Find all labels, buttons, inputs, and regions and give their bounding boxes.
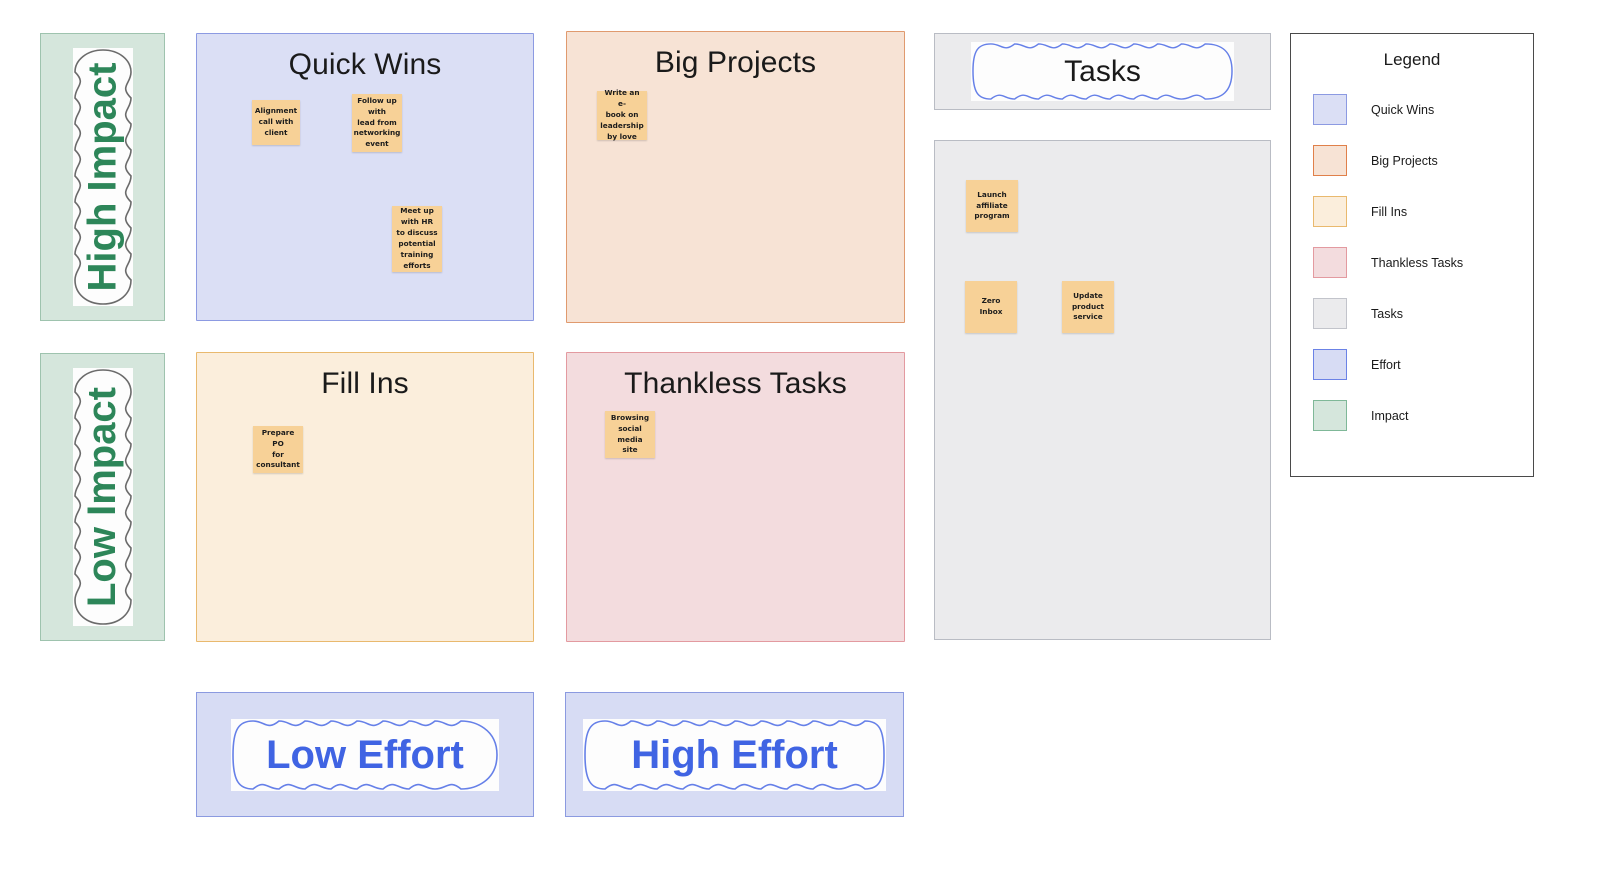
legend-list: Quick Wins Big Projects Fill Ins Thankless … (1291, 84, 1533, 441)
axis-label-high-impact[interactable]: High Impact (40, 33, 165, 321)
legend-item-label: Tasks (1371, 306, 1403, 321)
tasks-title-cloud: Tasks (971, 42, 1234, 101)
tasks-title: Tasks (1064, 54, 1141, 88)
sticky-note[interactable]: Zero Inbox (965, 281, 1017, 333)
low-effort-label: Low Effort (266, 732, 464, 777)
sticky-note[interactable]: Alignment call with client (252, 100, 300, 145)
legend-swatch (1313, 145, 1347, 176)
legend-item-quick-wins[interactable]: Quick Wins (1313, 84, 1533, 135)
legend-swatch (1313, 94, 1347, 125)
low-impact-label: Low Impact (80, 386, 125, 608)
quadrant-title-fill-ins: Fill Ins (321, 367, 409, 400)
tasks-body[interactable]: Launch affiliate program Zero Inbox Upda… (934, 140, 1271, 640)
sticky-note[interactable]: Launch affiliate program (966, 180, 1018, 232)
legend-item-big-projects[interactable]: Big Projects (1313, 135, 1533, 186)
high-impact-label: High Impact (80, 62, 125, 292)
sticky-note[interactable]: Update product service (1062, 281, 1114, 333)
high-impact-cloud: High Impact (72, 48, 133, 306)
legend-item-label: Thankless Tasks (1371, 255, 1464, 270)
legend-item-effort[interactable]: Effort (1313, 339, 1533, 390)
legend-item-label: Quick Wins (1371, 102, 1435, 117)
quadrant-quick-wins[interactable]: Quick Wins Alignment call with client Fo… (196, 33, 534, 321)
sticky-note[interactable]: Follow up with lead from networking even… (352, 94, 402, 152)
legend-item-tasks[interactable]: Tasks (1313, 288, 1533, 339)
legend-swatch (1313, 247, 1347, 278)
quadrant-big-projects[interactable]: Big Projects Write an e- book on leaders… (566, 31, 905, 323)
sticky-note[interactable]: Prepare PO for consultant (253, 426, 303, 473)
legend-swatch (1313, 196, 1347, 227)
quadrant-title-big-projects: Big Projects (654, 46, 817, 79)
sticky-note[interactable]: Write an e- book on leadership by love (597, 88, 647, 141)
legend-item-thankless-tasks[interactable]: Thankless Tasks (1313, 237, 1533, 288)
axis-label-low-effort[interactable]: Low Effort (196, 692, 534, 817)
quadrant-title-quick-wins: Quick Wins (288, 48, 442, 81)
low-effort-cloud: Low Effort (231, 718, 499, 791)
impact-effort-board: High Impact Low Impact Quick Wins Alignm… (0, 0, 1600, 883)
legend-swatch (1313, 298, 1347, 329)
quadrant-thankless-tasks[interactable]: Thankless Tasks Browsing social media si… (566, 352, 905, 642)
legend-title: Legend (1383, 50, 1441, 69)
quadrant-title-thankless-tasks: Thankless Tasks (624, 367, 847, 400)
low-impact-cloud: Low Impact (72, 368, 133, 626)
legend-item-label: Impact (1371, 408, 1409, 423)
legend-item-impact[interactable]: Impact (1313, 390, 1533, 441)
legend-swatch (1313, 400, 1347, 431)
quadrant-fill-ins[interactable]: Fill Ins Prepare PO for consultant (196, 352, 534, 642)
legend-item-label: Effort (1371, 357, 1401, 372)
sticky-note[interactable]: Meet up with HR to discuss potential tra… (392, 206, 442, 272)
high-effort-label: High Effort (631, 732, 838, 777)
legend-item-label: Big Projects (1371, 153, 1438, 168)
legend-item-label: Fill Ins (1371, 204, 1408, 219)
legend-swatch (1313, 349, 1347, 380)
high-effort-cloud: High Effort (583, 718, 886, 791)
legend-item-fill-ins[interactable]: Fill Ins (1313, 186, 1533, 237)
sticky-note[interactable]: Browsing social media site (605, 411, 655, 458)
legend-panel: Legend Quick Wins Big Projects Fill Ins Tha… (1290, 33, 1534, 477)
axis-label-low-impact[interactable]: Low Impact (40, 353, 165, 641)
tasks-header[interactable]: Tasks (934, 33, 1271, 110)
axis-label-high-effort[interactable]: High Effort (565, 692, 904, 817)
